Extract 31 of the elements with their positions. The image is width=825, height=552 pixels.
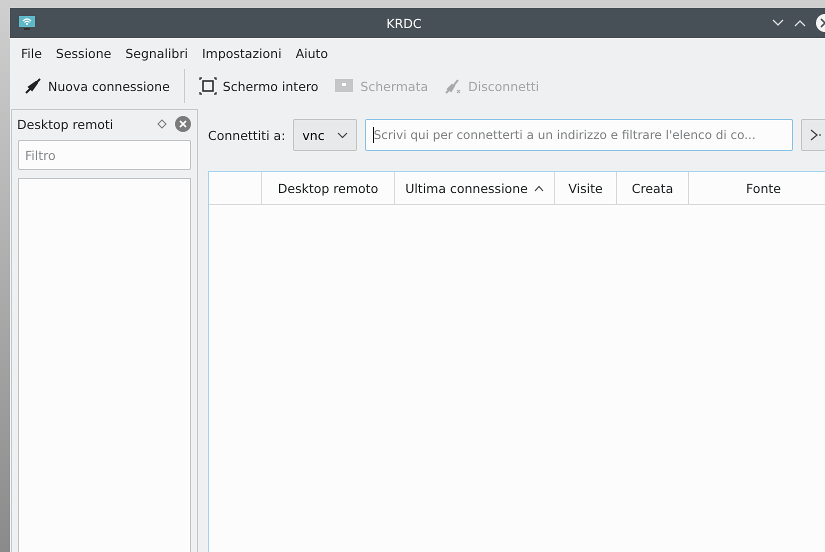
menu-item[interactable]: Aiuto	[288, 44, 336, 63]
float-icon[interactable]	[157, 119, 167, 129]
connect-button[interactable]	[800, 119, 825, 151]
address-field[interactable]: Scrivi qui per connetterti a un indirizzo e filtrare l'elenco di co...	[364, 119, 793, 151]
maximize-icon[interactable]	[794, 19, 806, 27]
column-header[interactable]: Creata	[617, 172, 689, 204]
protocol-dropdown[interactable]: vnc	[293, 119, 357, 151]
connect-label: Connettiti a:	[208, 128, 286, 142]
column-header[interactable]: Desktop remoto	[262, 172, 395, 204]
screenshot-icon	[334, 78, 354, 94]
monitor-wifi-icon	[18, 15, 36, 31]
menu-item[interactable]: Impostazioni	[194, 44, 289, 63]
plug-icon	[24, 77, 42, 95]
menu-item[interactable]: File	[14, 44, 49, 63]
filter-field[interactable]: Filtro	[18, 140, 191, 170]
toolbar-button[interactable]: Schermo intero	[190, 73, 326, 99]
unplug-icon	[444, 77, 462, 95]
sort-ascending-icon	[534, 184, 544, 192]
menu-item[interactable]: Segnalibri	[118, 44, 195, 63]
column-header[interactable]: Visite	[555, 172, 617, 204]
window-title: KRDC	[385, 16, 423, 30]
dock-title: Desktop remoti	[17, 116, 114, 132]
go-icon	[808, 129, 823, 141]
fullscreen-icon	[198, 77, 217, 95]
column-header[interactable]: Fonte	[689, 172, 825, 204]
minimize-icon[interactable]	[772, 19, 784, 27]
toolbar-button[interactable]: Nuova connessione	[16, 73, 178, 99]
caret-icon	[336, 132, 348, 138]
close-icon[interactable]	[175, 116, 191, 132]
menu-item[interactable]: Sessione	[48, 44, 118, 63]
column-header[interactable]: Ultima connessione	[395, 172, 555, 204]
